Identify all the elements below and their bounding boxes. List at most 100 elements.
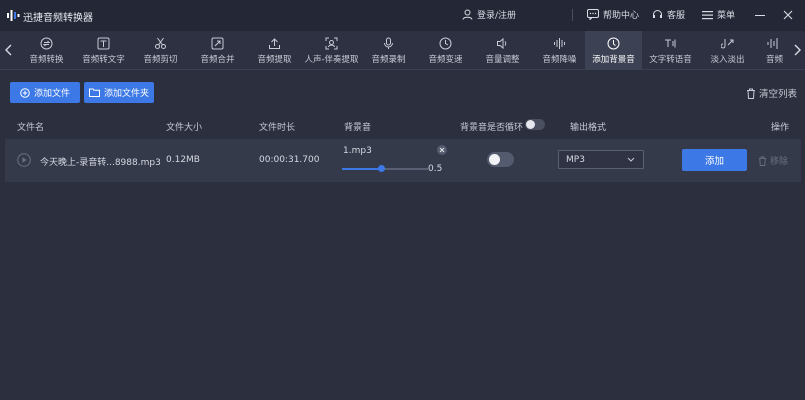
help-chat-icon: [587, 9, 599, 20]
add-file-label: 添加文件: [33, 89, 70, 99]
tool-label: 文字转语音: [649, 54, 692, 65]
tool-audio-extract[interactable]: 音频提取: [246, 31, 303, 70]
tool-add-background-music[interactable]: 添加背景音: [585, 31, 642, 70]
bg-music-icon: [607, 37, 620, 49]
column-header-format: 输出格式: [570, 123, 607, 133]
column-header-bgm: 背景音: [344, 123, 372, 133]
column-header-loop: 背景音是否循环: [460, 123, 524, 133]
bgm-volume-handle[interactable]: [378, 165, 385, 172]
clear-list-label: 清空列表: [759, 89, 798, 100]
add-bgm-button[interactable]: 添加: [682, 149, 747, 171]
vocal-split-icon: [325, 37, 338, 49]
remove-row-button[interactable]: 移除: [758, 154, 788, 167]
file-name: 今天晚上-录音转...8988.mp3: [40, 158, 161, 168]
tool-vocal-extract[interactable]: 人声-伴奏提取: [303, 31, 360, 70]
login-label: 登录/注册: [477, 11, 517, 21]
fade-icon: [721, 38, 734, 48]
tool-label: 人声-伴奏提取: [304, 54, 359, 65]
headset-icon: [653, 10, 662, 18]
column-header-duration: 文件时长: [259, 123, 296, 133]
bgm-file-name: 1.mp3: [343, 146, 372, 156]
chevron-down-icon: [627, 157, 635, 162]
help-center-label: 帮助中心: [603, 11, 640, 21]
close-icon: [783, 10, 793, 20]
menu-button[interactable]: 菜单: [702, 8, 735, 21]
trash-icon: [747, 88, 755, 99]
toggle-knob: [526, 120, 535, 129]
tool-label: 音频剪切: [143, 54, 178, 65]
bgm-volume-fill: [342, 168, 381, 170]
add-folder-label: 添加文件夹: [103, 89, 149, 99]
app-title: 迅捷音频转换器: [23, 13, 93, 24]
support-label: 客服: [667, 11, 686, 21]
loop-all-toggle[interactable]: [525, 119, 545, 130]
text-to-speech-icon: [665, 39, 676, 47]
scissors-icon: [155, 37, 166, 49]
plus-circle-icon: [20, 87, 30, 98]
tool-label: 音频提取: [257, 54, 292, 65]
tool-audio-speed[interactable]: 音频变速: [417, 31, 474, 70]
close-window-button[interactable]: [779, 6, 797, 24]
speed-icon: [439, 37, 452, 49]
column-header-name: 文件名: [17, 123, 45, 133]
trash-icon: [758, 156, 767, 166]
tool-volume-adjust[interactable]: 音量调整: [474, 31, 531, 70]
tool-audio-more[interactable]: 音频: [756, 31, 796, 70]
bgm-volume-value: 0.5: [428, 164, 443, 174]
audio-to-text-icon: [97, 37, 110, 49]
tool-label: 音量调整: [485, 54, 520, 65]
tool-audio-cut[interactable]: 音频剪切: [132, 31, 189, 70]
tool-text-to-speech[interactable]: 文字转语音: [642, 31, 699, 70]
tool-label: 音频变速: [428, 54, 463, 65]
remove-bgm-button[interactable]: [437, 145, 447, 155]
minimize-icon: [755, 15, 765, 16]
menu-label: 菜单: [717, 11, 736, 21]
folder-icon: [88, 88, 100, 97]
chevron-left-icon[interactable]: [4, 43, 14, 57]
hamburger-icon: [702, 10, 713, 19]
minimize-button[interactable]: [751, 6, 769, 24]
tool-label: 淡入淡出: [710, 54, 745, 65]
upload-icon: [269, 37, 280, 49]
app-logo-icon: [7, 10, 20, 21]
tool-fade[interactable]: 淡入淡出: [699, 31, 756, 70]
file-duration: 00:00:31.700: [259, 155, 320, 165]
merge-icon: [211, 37, 224, 49]
tool-audio-convert[interactable]: 音频转换: [18, 31, 75, 70]
tool-label: 音频合并: [200, 54, 235, 65]
output-format-select[interactable]: MP3: [558, 150, 644, 169]
feature-toolbar: 音频转换 音频转文字 音频剪切 音频合并 音频提取 人声-伴奏提取 音频录制 音…: [0, 31, 805, 70]
add-folder-button[interactable]: 添加文件夹: [84, 82, 154, 103]
chevron-right-icon[interactable]: [792, 43, 802, 57]
audio-convert-icon: [40, 37, 53, 49]
denoise-icon: [554, 37, 565, 49]
user-icon: [462, 9, 473, 20]
tool-label: 音频转换: [29, 54, 64, 65]
microphone-icon: [384, 37, 393, 49]
tool-label: 添加背景音: [592, 54, 635, 65]
play-icon[interactable]: [17, 153, 31, 167]
title-bar: 迅捷音频转换器 登录/注册 帮助中心 客服 菜单: [0, 0, 805, 31]
help-center-button[interactable]: 帮助中心: [587, 8, 639, 21]
tool-denoise[interactable]: 音频降噪: [531, 31, 588, 70]
toggle-knob: [489, 154, 500, 165]
titlebar-divider: [572, 9, 573, 21]
tool-label: 音频降噪: [542, 54, 577, 65]
tool-audio-to-text[interactable]: 音频转文字: [75, 31, 132, 70]
support-button[interactable]: 客服: [652, 8, 685, 21]
output-format-value: MP3: [566, 154, 585, 165]
close-icon: [439, 147, 445, 153]
tool-label: 音频: [766, 54, 784, 65]
bgm-loop-toggle[interactable]: [487, 152, 514, 167]
tool-audio-merge[interactable]: 音频合并: [189, 31, 246, 70]
add-file-button[interactable]: 添加文件: [10, 82, 80, 103]
tool-label: 音频录制: [371, 54, 406, 65]
login-button[interactable]: 登录/注册: [462, 8, 516, 21]
tool-label: 音频转文字: [82, 54, 125, 65]
clear-list-button[interactable]: 清空列表: [746, 86, 797, 100]
add-bgm-label: 添加: [704, 156, 724, 167]
volume-icon: [497, 37, 507, 49]
tool-audio-record[interactable]: 音频录制: [360, 31, 417, 70]
column-header-size: 文件大小: [166, 123, 203, 133]
waveform-icon: [767, 37, 778, 49]
